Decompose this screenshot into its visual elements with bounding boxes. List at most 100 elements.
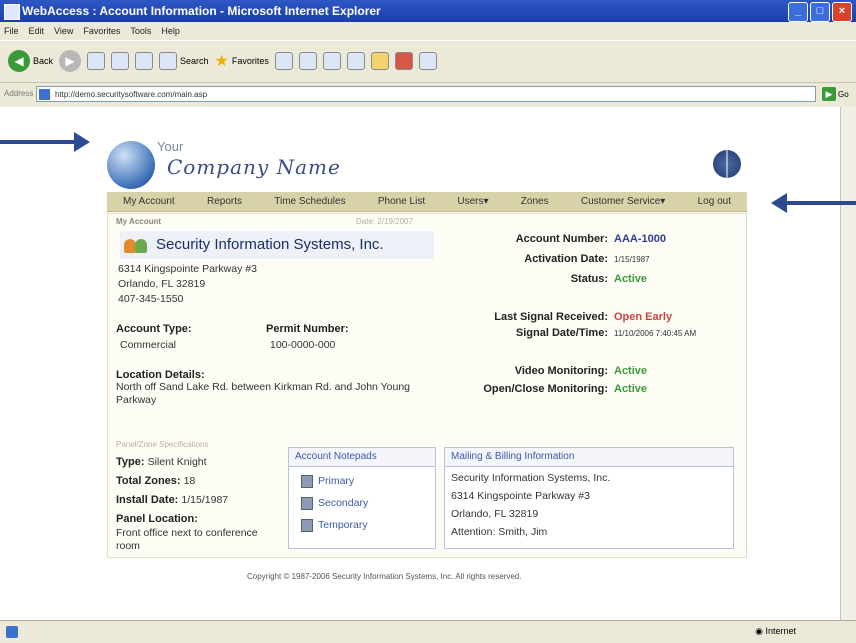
nav-zones[interactable]: Zones xyxy=(521,192,549,211)
main-nav: My Account Reports Time Schedules Phone … xyxy=(107,192,747,212)
activation-date-label: Activation Date: xyxy=(524,253,608,265)
address-line-2: Orlando, FL 32819 xyxy=(118,278,206,290)
favorites-button[interactable]: ★ Favorites xyxy=(215,51,269,71)
account-notepads-box: Account Notepads Primary Secondary Tempo… xyxy=(288,447,436,549)
history-icon[interactable] xyxy=(274,52,293,70)
logo-globe-icon xyxy=(107,141,155,189)
section-my-account: My Account xyxy=(116,217,162,226)
vertical-scrollbar[interactable] xyxy=(840,107,856,620)
panel-specs: Type: Silent Knight Total Zones: 18 Inst… xyxy=(116,454,276,553)
close-button[interactable]: × xyxy=(832,2,852,22)
menu-view[interactable]: View xyxy=(54,22,73,40)
forward-button[interactable]: ▶ xyxy=(59,50,82,72)
window-titlebar: WebAccess : Account Information - Micros… xyxy=(0,0,856,22)
account-content: My Account Date: 2/19/2007 Security Info… xyxy=(107,213,747,558)
menu-edit[interactable]: Edit xyxy=(29,22,45,40)
account-address: 6314 Kingspointe Parkway #3 Orlando, FL … xyxy=(118,262,257,307)
mailing-address: Security Information Systems, Inc. 6314 … xyxy=(445,467,733,541)
menu-bar: File Edit View Favorites Tools Help xyxy=(0,22,856,40)
back-label: Back xyxy=(33,56,54,66)
activation-date-value: 1/15/1987 xyxy=(614,254,650,264)
mailing-attention: Attention: Smith, Jim xyxy=(451,526,548,538)
last-signal-label: Last Signal Received: xyxy=(494,311,608,323)
window-title: WebAccess : Account Information - Micros… xyxy=(22,4,381,18)
menu-file[interactable]: File xyxy=(4,22,19,40)
date-label: Date: 2/19/2007 xyxy=(356,217,413,226)
notepad-temporary-label: Temporary xyxy=(318,519,368,531)
mail-icon[interactable] xyxy=(298,52,317,70)
openclose-monitoring-label: Open/Close Monitoring: xyxy=(483,383,608,395)
location-block: Location Details: North off Sand Lake Rd… xyxy=(116,369,436,407)
address-bar: Address http://demo.securitysoftware.com… xyxy=(0,82,856,107)
go-label[interactable]: Go xyxy=(838,90,849,99)
permit-label: Permit Number: xyxy=(266,323,349,335)
account-type-label: Account Type: xyxy=(116,323,192,335)
stop-icon[interactable] xyxy=(87,52,106,70)
go-arrow-icon[interactable]: ▶ xyxy=(822,87,836,101)
address-input[interactable]: http://demo.securitysoftware.com/main.as… xyxy=(36,86,816,102)
permit-block: Permit Number: 100-0000-000 xyxy=(266,323,349,351)
notepad-secondary[interactable]: Secondary xyxy=(301,495,435,511)
account-number-value: AAA-1000 xyxy=(614,233,666,245)
favorites-label: Favorites xyxy=(231,56,269,66)
back-button[interactable]: ◀ Back xyxy=(8,50,53,72)
search-icon xyxy=(159,52,178,70)
back-arrow-icon: ◀ xyxy=(8,50,30,72)
mailing-billing-box: Mailing & Billing Information Security I… xyxy=(444,447,734,549)
menu-favorites[interactable]: Favorites xyxy=(83,22,120,40)
video-monitoring-label: Video Monitoring: xyxy=(514,365,608,377)
menu-tools[interactable]: Tools xyxy=(130,22,151,40)
notepad-temporary[interactable]: Temporary xyxy=(301,517,435,533)
nav-reports[interactable]: Reports xyxy=(207,192,242,211)
browser-toolbar: ◀ Back ▶ Search ★ Favorites xyxy=(0,40,856,81)
page-icon xyxy=(39,89,50,100)
edit-icon[interactable] xyxy=(346,52,365,70)
maximize-button[interactable]: □ xyxy=(810,2,830,22)
nav-customer-service[interactable]: Customer Service▾ xyxy=(581,192,666,211)
nav-phone-list[interactable]: Phone List xyxy=(378,192,425,211)
total-zones-label: Total Zones: xyxy=(116,475,181,487)
panel-location-label: Panel Location: xyxy=(116,513,198,525)
status-bar: ◉ Internet xyxy=(0,620,856,643)
globe-icon[interactable] xyxy=(713,150,741,178)
video-monitoring-value: Active xyxy=(614,365,648,377)
status-label: Status: xyxy=(570,273,608,285)
company-name: Security Information Systems, Inc. xyxy=(156,236,384,253)
messenger-icon[interactable] xyxy=(394,52,413,70)
phone-number: 407-345-1550 xyxy=(118,293,184,305)
section-panel-zone: Panel/Zone Specifications xyxy=(116,440,209,449)
signal-datetime-label: Signal Date/Time: xyxy=(515,327,608,339)
nav-my-account[interactable]: My Account xyxy=(123,192,175,211)
nav-log-out[interactable]: Log out xyxy=(698,192,731,211)
location-value: North off Sand Lake Rd. between Kirkman … xyxy=(116,381,411,406)
folder-icon[interactable] xyxy=(370,52,389,70)
last-signal-value: Open Early xyxy=(614,311,673,323)
logo-your: Your xyxy=(157,139,184,154)
webaccess-page: Your Company Name My Account Reports Tim… xyxy=(107,123,747,588)
url-text: http://demo.securitysoftware.com/main.as… xyxy=(55,90,208,99)
address-line-1: 6314 Kingspointe Parkway #3 xyxy=(118,263,257,275)
copyright: Copyright © 1987-2006 Security Informati… xyxy=(247,572,522,581)
notepad-icon xyxy=(301,496,313,510)
search-button[interactable]: Search xyxy=(159,52,209,70)
minimize-button[interactable]: _ xyxy=(788,2,808,22)
page-status-icon xyxy=(6,626,18,638)
signal-datetime-value: 11/10/2006 7:40:45 AM xyxy=(614,328,697,338)
address-label: Address xyxy=(4,89,34,98)
media-icon[interactable] xyxy=(418,52,437,70)
permit-value: 100-0000-000 xyxy=(270,339,336,351)
refresh-icon[interactable] xyxy=(111,52,130,70)
search-label: Search xyxy=(180,56,209,66)
menu-help[interactable]: Help xyxy=(161,22,180,40)
notepad-primary[interactable]: Primary xyxy=(301,473,435,489)
openclose-monitoring-value: Active xyxy=(614,383,648,395)
nav-users[interactable]: Users▾ xyxy=(457,192,488,211)
location-label: Location Details: xyxy=(116,369,205,381)
print-icon[interactable] xyxy=(322,52,341,70)
people-icon xyxy=(124,237,152,253)
callout-arrow-left-pointing xyxy=(771,193,856,213)
nav-time-schedules[interactable]: Time Schedules xyxy=(274,192,345,211)
mailing-line-3: Orlando, FL 32819 xyxy=(451,508,539,520)
home-icon[interactable] xyxy=(135,52,154,70)
panel-type-label: Type: xyxy=(116,456,145,468)
